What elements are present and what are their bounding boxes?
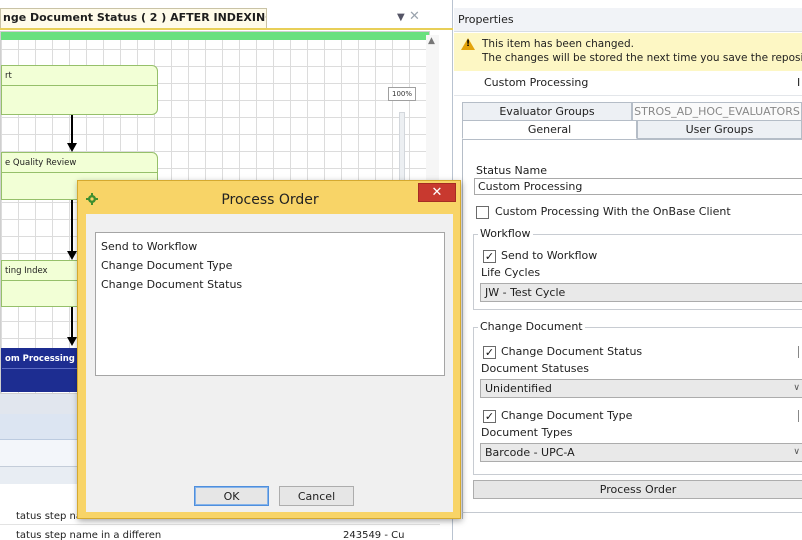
- tab-strip-divider: [0, 28, 453, 30]
- row-value: 243549 - Cu: [343, 530, 405, 540]
- ok-button[interactable]: OK: [194, 486, 269, 506]
- properties-title: Properties: [454, 8, 802, 32]
- arrow-down-icon: [67, 337, 77, 346]
- canvas-header-bar: [1, 32, 429, 40]
- list-item[interactable]: Change Document Status: [101, 275, 439, 294]
- connector-line: [71, 115, 73, 145]
- send-to-workflow-checkbox[interactable]: ✓: [483, 250, 496, 263]
- tab-user-groups[interactable]: User Groups: [637, 120, 802, 139]
- list-item[interactable]: Send to Workflow: [101, 237, 439, 256]
- onbase-client-label: Custom Processing With the OnBase Client: [495, 205, 731, 218]
- connector-line: [71, 200, 73, 253]
- process-order-button[interactable]: Process Order: [473, 480, 802, 499]
- document-type-select[interactable]: Barcode - UPC-A ∨: [480, 443, 802, 462]
- life-cycle-value: JW - Test Cycle: [485, 286, 566, 299]
- send-to-workflow-label: Send to Workflow: [501, 249, 598, 262]
- dialog-body: Send to Workflow Change Document Type Ch…: [86, 214, 453, 512]
- edit-statuses-button[interactable]: [798, 346, 802, 358]
- list-item[interactable]: Change Document Type: [101, 256, 439, 275]
- change-document-type-checkbox[interactable]: ✓: [483, 410, 496, 423]
- row-description: tatus step na: [16, 511, 82, 522]
- arrow-down-icon: [67, 251, 77, 260]
- warning-icon-mark: !: [466, 39, 471, 49]
- properties-panel: Properties ! This item has been changed.…: [454, 0, 802, 540]
- workflow-group-title: Workflow: [478, 227, 533, 240]
- chevron-down-icon: ∨: [793, 447, 800, 457]
- status-box-label: rt: [2, 66, 157, 86]
- document-tab[interactable]: nge Document Status ( 2 ) AFTER INDEXING…: [0, 8, 267, 28]
- dialog-title: Process Order: [221, 192, 319, 208]
- process-order-list[interactable]: Send to Workflow Change Document Type Ch…: [95, 232, 445, 376]
- tab-stros-ad-hoc-evaluators[interactable]: STROS_AD_HOC_EVALUATORS: [632, 102, 802, 121]
- arrow-down-icon: [67, 143, 77, 152]
- close-tab-icon[interactable]: ✕: [409, 9, 420, 24]
- dialog-close-button[interactable]: ✕: [418, 183, 456, 202]
- status-box[interactable]: rt: [1, 65, 158, 115]
- status-box-label: e Quality Review: [2, 153, 157, 173]
- status-name-field[interactable]: [474, 178, 802, 195]
- process-order-dialog: Process Order ✕ Send to Workflow Change …: [77, 180, 461, 519]
- connector-line: [71, 307, 73, 339]
- scroll-up-icon[interactable]: ▲: [428, 36, 435, 46]
- document-status-select[interactable]: Unidentified ∨: [480, 379, 802, 398]
- document-statuses-label: Document Statuses: [481, 362, 590, 375]
- change-warning: ! This item has been changed. The change…: [454, 33, 802, 71]
- document-status-value: Unidentified: [485, 382, 552, 395]
- row-description: tatus step name in a differen: [16, 530, 162, 540]
- change-document-status-label: Change Document Status: [501, 345, 643, 358]
- cancel-button[interactable]: Cancel: [279, 486, 354, 506]
- change-document-type-label: Change Document Type: [501, 409, 633, 422]
- warning-text-line2: The changes will be stored the next time…: [482, 52, 802, 64]
- change-document-status-checkbox[interactable]: ✓: [483, 346, 496, 359]
- zoom-level: 100%: [388, 87, 416, 101]
- tab-evaluator-groups[interactable]: Evaluator Groups: [462, 102, 632, 121]
- document-types-label: Document Types: [481, 426, 573, 439]
- chevron-down-icon: ∨: [793, 383, 800, 393]
- warning-text-line1: This item has been changed.: [482, 38, 634, 50]
- document-tab-title: nge Document Status ( 2 ) AFTER INDEXING: [3, 11, 267, 24]
- change-document-group-title: Change Document: [478, 320, 585, 333]
- divider: [462, 512, 802, 513]
- status-name-label: Status Name: [476, 164, 548, 177]
- life-cycle-select[interactable]: JW - Test Cycle: [480, 283, 802, 302]
- item-name: Custom Processing: [484, 76, 589, 89]
- pin-dropdown-icon[interactable]: ▼: [397, 12, 405, 23]
- tab-general[interactable]: General: [462, 120, 637, 139]
- life-cycles-label: Life Cycles: [481, 266, 541, 279]
- edit-types-button[interactable]: [798, 410, 802, 422]
- onbase-client-checkbox[interactable]: [476, 206, 489, 219]
- document-type-value: Barcode - UPC-A: [485, 446, 575, 459]
- table-row[interactable]: tatus step name in a differen 243549 - C…: [0, 527, 440, 540]
- item-name-trailing: I: [797, 76, 801, 89]
